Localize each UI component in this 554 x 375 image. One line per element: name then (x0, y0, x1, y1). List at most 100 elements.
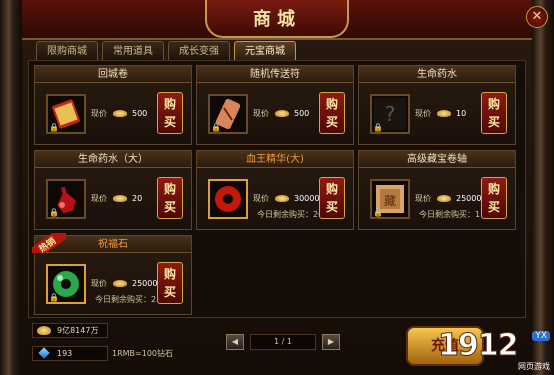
shop-window: 商城 ✕ 限购商城 常用道具 成长变强 元宝商城 回城卷 🔒 现价 500 购买 (0, 0, 554, 375)
item-price: 30000 (294, 194, 320, 203)
limit-label: 今日剩余购买： (419, 210, 475, 219)
item-slot[interactable]: 藏 🔒 (370, 179, 410, 219)
purchase-limit: 今日剩余购买：1 (419, 209, 480, 220)
watermark-badge: YX (532, 331, 550, 341)
item-price: 20 (132, 194, 143, 203)
purchase-limit: 今日剩余购买：2 (95, 294, 156, 305)
close-icon: ✕ (531, 9, 543, 24)
item-name: 血王精华(大) (197, 151, 353, 168)
diamond-amount: 193 (57, 349, 73, 358)
exchange-rate: 1RMB=100钻石 (112, 349, 174, 358)
item-price: 500 (132, 109, 148, 118)
ingot-icon (275, 110, 289, 117)
purchase-limit: 今日剩余购买：20 (257, 209, 323, 220)
price-row: 现价 30000 (253, 193, 319, 204)
ingot-icon (275, 195, 289, 202)
pagination: ◀ 1 / 1 ▶ (226, 334, 340, 350)
price-row: 现价 250000 (91, 278, 163, 289)
item-name: 回城卷 (35, 66, 191, 83)
buy-button[interactable]: 购买 (481, 177, 507, 219)
gold-amount: 9亿8147万 (57, 326, 99, 335)
price-label: 现价 (253, 109, 269, 118)
diamond-balance: 193 (32, 346, 108, 361)
buy-button[interactable]: 购买 (481, 92, 507, 134)
lock-icon: 🔒 (211, 123, 221, 132)
item-slot[interactable]: 🔒 (46, 94, 86, 134)
price-label: 现价 (415, 194, 431, 203)
buy-button[interactable]: 购买 (157, 177, 183, 219)
limit-value: 1 (475, 210, 481, 219)
ingot-icon (113, 280, 127, 287)
lock-icon: 🔒 (49, 208, 59, 217)
item-card: 祝福石 🔒 现价 250000 今日剩余购买：2 购买 热销 (32, 233, 192, 315)
price-row: 现价 10 (415, 108, 466, 119)
item-price: 10 (456, 109, 467, 118)
window-title-plate: 商城 (205, 0, 349, 38)
price-row: 现价 500 (91, 108, 147, 119)
price-label: 现价 (415, 109, 431, 118)
buy-button[interactable]: 购买 (319, 92, 345, 134)
ingot-icon (437, 195, 451, 202)
limit-value: 2 (151, 295, 157, 304)
svg-text:藏: 藏 (384, 194, 396, 208)
tab-common-items[interactable]: 常用道具 (102, 41, 164, 60)
limit-label: 今日剩余购买： (257, 210, 313, 219)
watermark-subtitle: 网页游戏 (518, 362, 550, 371)
prev-page-button[interactable]: ◀ (226, 334, 244, 350)
lock-icon: 🔒 (49, 123, 59, 132)
buy-button[interactable]: 购买 (157, 92, 183, 134)
lock-icon: 🔒 (49, 293, 59, 302)
ingot-icon (437, 110, 451, 117)
item-card: 随机传送符 🔒 现价 500 购买 (196, 65, 354, 145)
tab-limited-shop[interactable]: 限购商城 (36, 41, 98, 60)
next-page-button[interactable]: ▶ (322, 334, 340, 350)
price-row: 现价 500 (253, 108, 309, 119)
item-slot[interactable]: 🔒 (208, 94, 248, 134)
ingot-icon (113, 195, 127, 202)
item-card: 生命药水（大） 🔒 现价 20 购买 (34, 150, 192, 230)
hot-label: 热销 (32, 233, 66, 253)
limit-label: 今日剩余购买： (95, 295, 151, 304)
item-slot[interactable]: 🔒 (46, 179, 86, 219)
red-ring-icon (215, 186, 241, 212)
item-name: 生命药水 (359, 66, 515, 83)
item-name: 生命药水（大） (35, 151, 191, 168)
svg-text:?: ? (385, 102, 396, 126)
ingot-icon (37, 326, 51, 335)
shop-tabs: 限购商城 常用道具 成长变强 元宝商城 (36, 41, 296, 61)
price-label: 现价 (91, 109, 107, 118)
buy-button[interactable]: 购买 (157, 262, 183, 304)
price-row: 现价 20 (91, 193, 142, 204)
ingot-icon (113, 110, 127, 117)
tab-growth[interactable]: 成长变强 (168, 41, 230, 60)
page-indicator: 1 / 1 (250, 334, 316, 350)
price-label: 现价 (253, 194, 269, 203)
watermark-logo-text: 1912 (438, 328, 519, 364)
item-card: 回城卷 🔒 现价 500 购买 (34, 65, 192, 145)
window-title: 商城 (253, 9, 301, 30)
hot-ribbon: 热销 (32, 233, 66, 253)
price-label: 现价 (91, 194, 107, 203)
item-name: 随机传送符 (197, 66, 353, 83)
lock-icon: 🔒 (373, 123, 383, 132)
buy-button[interactable]: 购买 (319, 177, 345, 219)
right-pillar (532, 0, 554, 375)
item-name: 高级藏宝卷轴 (359, 151, 515, 168)
left-pillar (0, 0, 22, 375)
item-card: 生命药水 ? 🔒 现价 10 购买 (358, 65, 516, 145)
item-slot[interactable] (208, 179, 248, 219)
site-watermark: 1912 YX 网页游戏 (438, 328, 552, 372)
price-label: 现价 (91, 279, 107, 288)
item-card: 血王精华(大) 现价 30000 今日剩余购买：20 购买 (196, 150, 354, 230)
close-button[interactable]: ✕ (526, 6, 548, 28)
lock-icon: 🔒 (373, 208, 383, 217)
tab-yuanbao-shop[interactable]: 元宝商城 (234, 41, 296, 60)
item-grid: 回城卷 🔒 现价 500 购买 随机传送符 🔒 现价 500 购 买 生命药水 … (28, 60, 526, 318)
item-price: 500 (294, 109, 310, 118)
gold-balance: 9亿8147万 (32, 323, 108, 338)
price-row: 现价 250000 (415, 193, 487, 204)
item-slot[interactable]: 🔒 (46, 264, 86, 304)
item-card: 高级藏宝卷轴 藏 🔒 现价 250000 今日剩余购买：1 购买 (358, 150, 516, 230)
item-slot[interactable]: ? 🔒 (370, 94, 410, 134)
diamond-icon (38, 347, 50, 359)
